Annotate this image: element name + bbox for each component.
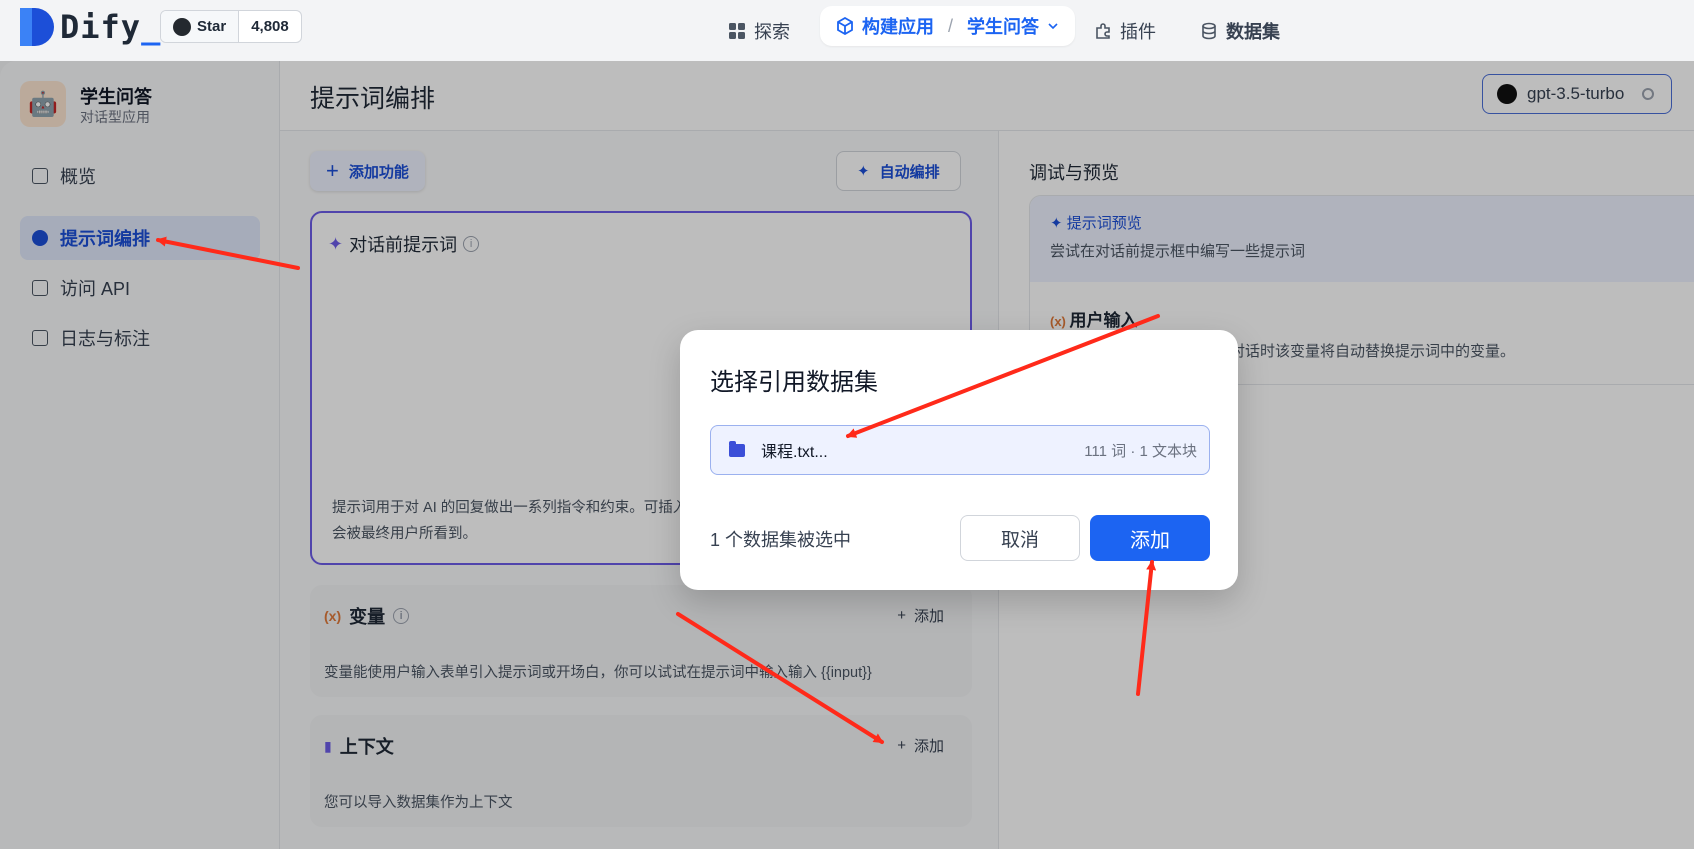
selected-count: 1 个数据集被选中 — [710, 530, 852, 550]
cube-icon — [837, 17, 853, 35]
nav-explore-label: 探索 — [754, 21, 790, 42]
github-icon — [173, 17, 191, 36]
nav-datasets-label: 数据集 — [1226, 21, 1280, 42]
nav-build-app-label: 构建应用 — [862, 17, 934, 37]
nav-plugins-label: 插件 — [1120, 21, 1156, 42]
nav-build-app[interactable]: 构建应用 / 学生问答 — [820, 6, 1076, 46]
chevron-down-icon — [1048, 23, 1058, 30]
database-icon — [1202, 22, 1216, 39]
grid-icon — [729, 22, 745, 39]
dify-logo-mark — [20, 8, 54, 46]
top-navbar: Dify_ Star 4,808 探索 构建应用 / 学生问答 插件 数据集 — [0, 0, 1694, 61]
dataset-item[interactable]: 课程.txt... 111 词 · 1 文本块 — [710, 425, 1210, 475]
github-star-count: 4,808 — [251, 18, 289, 35]
nav-plugins[interactable]: 插件 — [1094, 0, 1156, 61]
logo-text: Dify — [60, 8, 142, 46]
github-star-button[interactable]: Star 4,808 — [160, 10, 302, 43]
puzzle-icon — [1096, 22, 1110, 39]
dialog-title: 选择引用数据集 — [710, 369, 878, 396]
nav-datasets[interactable]: 数据集 — [1200, 0, 1280, 61]
add-button[interactable]: 添加 — [1090, 515, 1210, 561]
nav-explore[interactable]: 探索 — [728, 0, 790, 61]
dataset-name: 课程.txt... — [761, 444, 828, 461]
current-app-selector[interactable]: 学生问答 — [967, 13, 1039, 39]
folder-icon — [729, 440, 745, 457]
github-star-label: Star — [197, 18, 227, 35]
dataset-meta: 111 词 · 1 文本块 — [1084, 442, 1197, 460]
cancel-button[interactable]: 取消 — [960, 515, 1080, 561]
select-dataset-dialog: 选择引用数据集 课程.txt... 111 词 · 1 文本块 1 个数据集被选… — [680, 330, 1238, 590]
dify-logo[interactable]: Dify_ — [20, 8, 161, 46]
